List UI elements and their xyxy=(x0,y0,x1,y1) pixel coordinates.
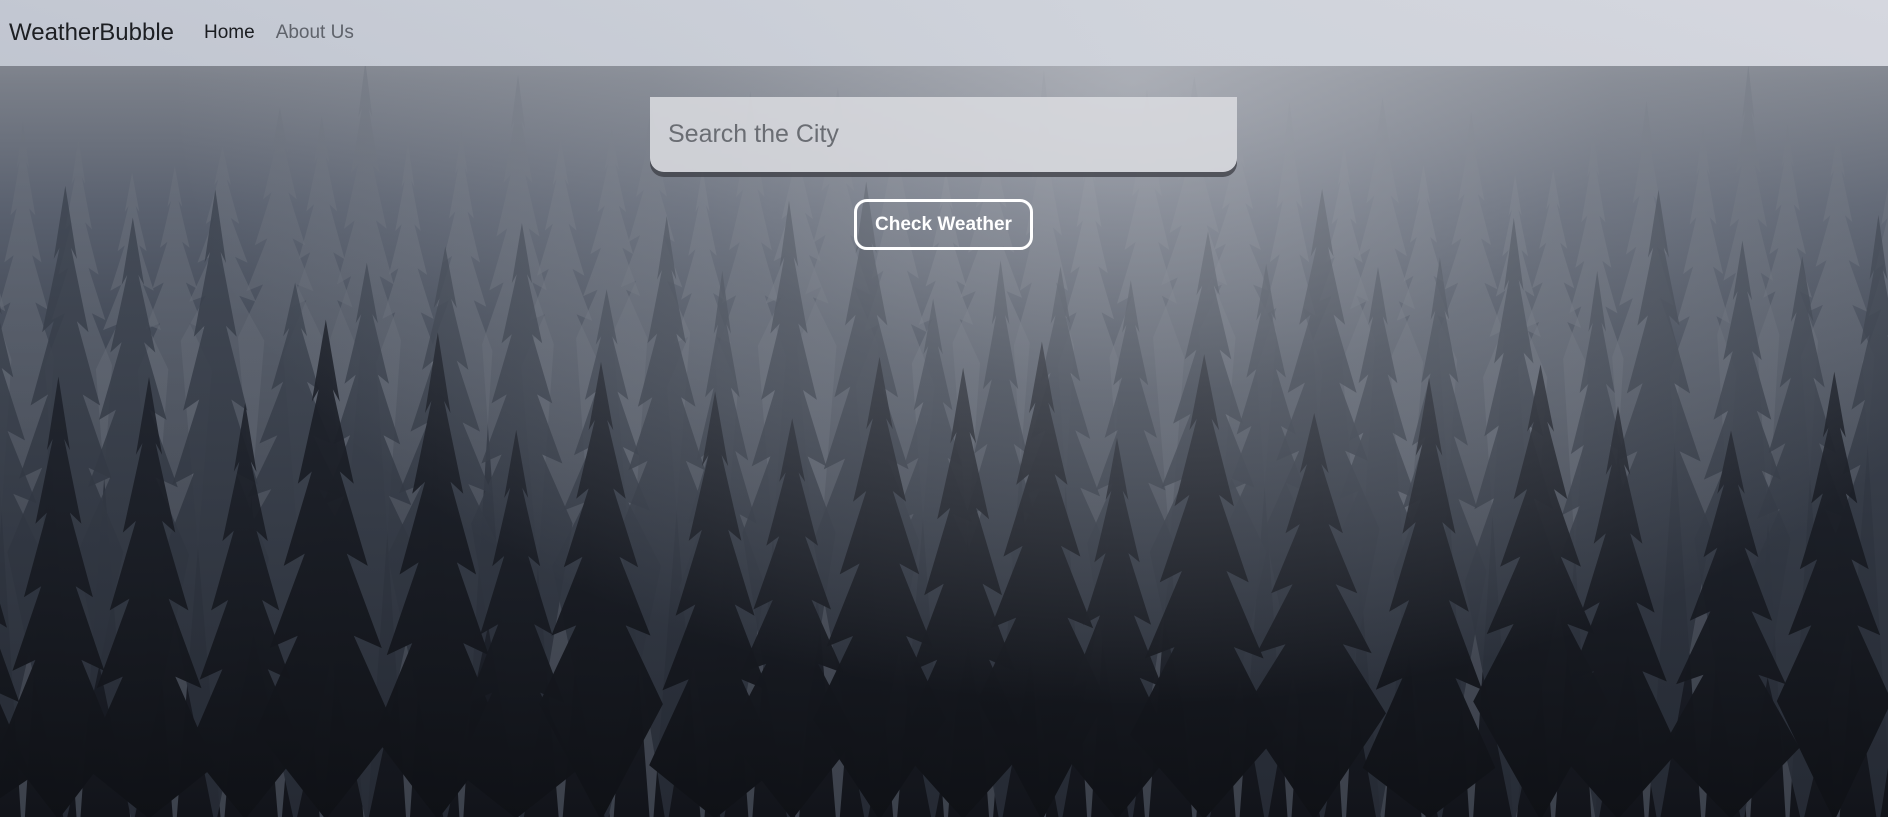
check-weather-button[interactable]: Check Weather xyxy=(854,199,1033,250)
brand-logo-link[interactable]: WeatherBubble xyxy=(9,19,174,47)
navbar: WeatherBubble Home About Us xyxy=(0,0,1888,66)
city-search-input[interactable] xyxy=(650,97,1237,172)
nav-link-about-us[interactable]: About Us xyxy=(276,22,354,44)
nav-link-home[interactable]: Home xyxy=(204,22,255,44)
page: WeatherBubble Home About Us Check Weathe… xyxy=(0,0,1888,817)
